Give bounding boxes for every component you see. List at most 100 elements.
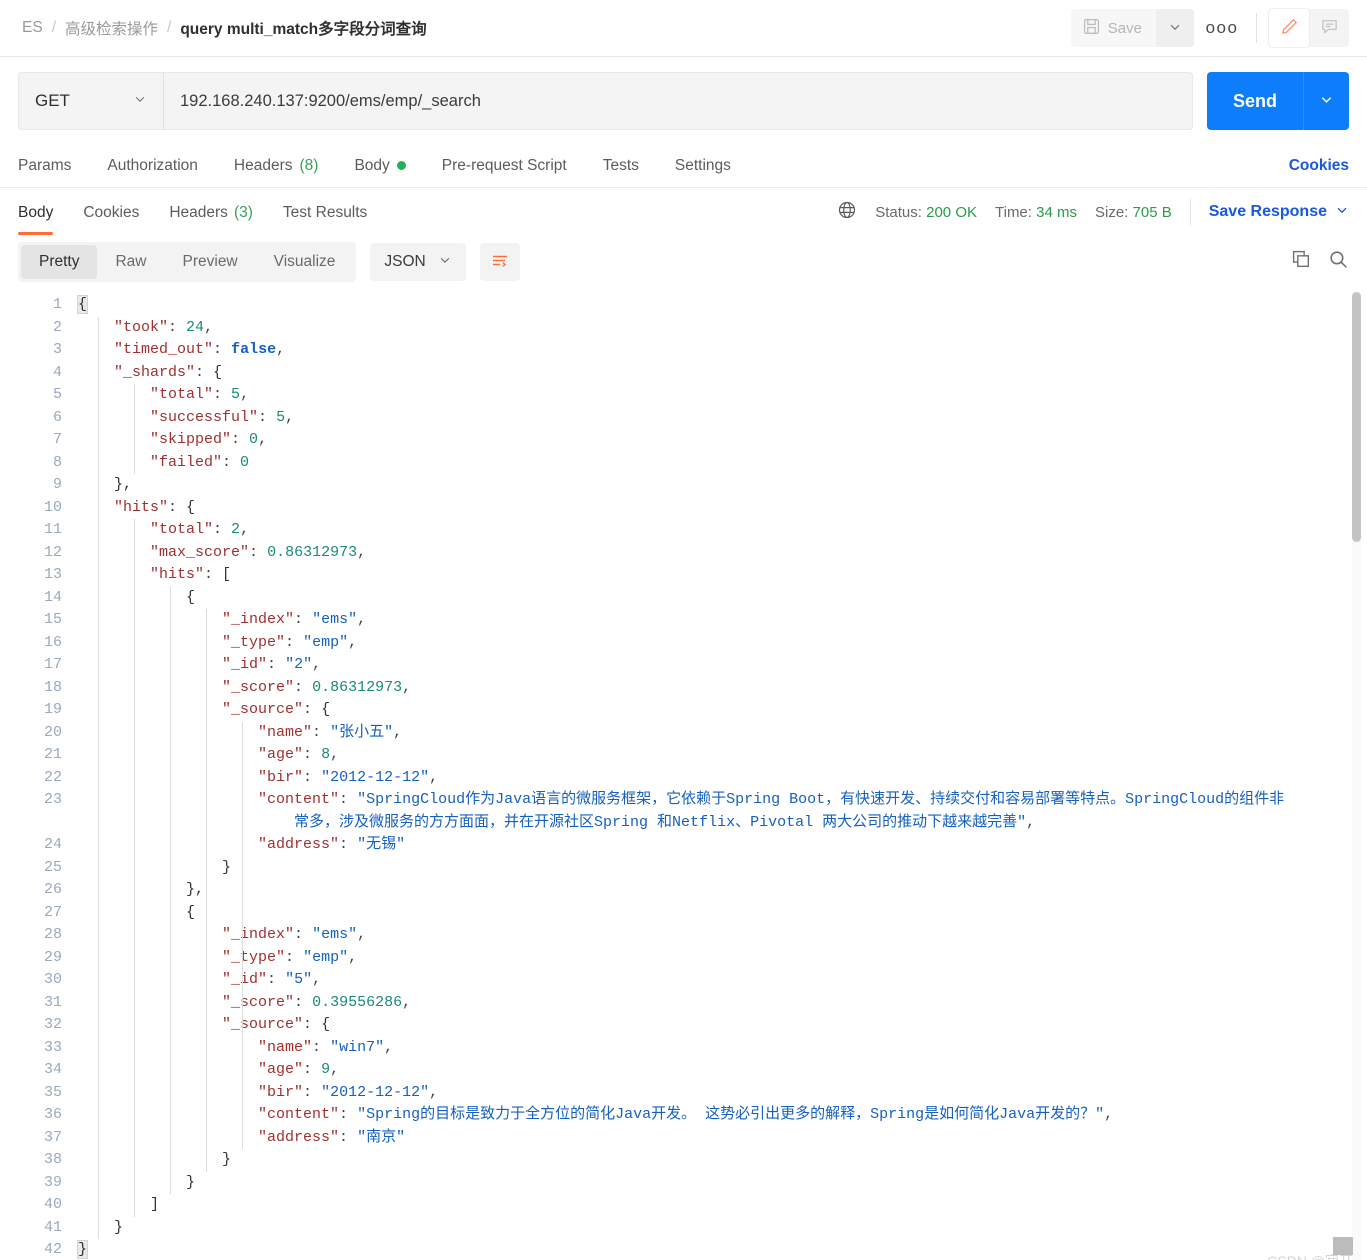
send-options-button[interactable] xyxy=(1303,72,1349,130)
chevron-down-icon xyxy=(1319,92,1334,110)
code-token: : xyxy=(231,431,250,448)
line-number: 25 xyxy=(43,858,62,876)
view-mode-visualize[interactable]: Visualize xyxy=(256,245,354,279)
code-line: "_index": "ems", xyxy=(78,924,1367,947)
line-number: 4 xyxy=(52,363,62,381)
code-token: : xyxy=(303,1083,322,1101)
tab-authorization[interactable]: Authorization xyxy=(107,157,197,175)
line-number: 7 xyxy=(52,431,62,448)
code-token: "timed_out" xyxy=(114,341,214,358)
breadcrumb-root[interactable]: ES xyxy=(22,19,43,37)
request-url-input[interactable]: 192.168.240.137:9200/ems/emp/_search xyxy=(163,72,1193,130)
request-url-row: GET 192.168.240.137:9200/ems/emp/_search… xyxy=(0,57,1367,144)
more-actions-button[interactable]: ooo xyxy=(1200,9,1244,47)
code-token: , xyxy=(348,633,358,651)
code-line: "_source": { xyxy=(78,699,1367,722)
comment-button[interactable] xyxy=(1309,9,1349,47)
http-method-select[interactable]: GET xyxy=(18,72,163,130)
response-tab-body[interactable]: Body xyxy=(18,190,54,235)
tab-settings[interactable]: Settings xyxy=(675,157,731,175)
edit-button[interactable] xyxy=(1269,9,1309,47)
code-token: , xyxy=(348,948,358,966)
line-number: 1 xyxy=(52,296,62,313)
line-number-gutter: 1 2 3 4 5 6 7 8 9 10 11 12 13 14 15 16 17 18 19 20 21 22 23 24… xyxy=(18,292,62,1260)
save-button[interactable]: Save xyxy=(1070,9,1156,47)
scrollbar-thumb[interactable] xyxy=(1352,292,1361,542)
cookies-link[interactable]: Cookies xyxy=(1289,157,1349,175)
code-token: }, xyxy=(114,476,133,493)
code-token: } xyxy=(76,1240,89,1259)
code-token: "bir" xyxy=(258,768,304,786)
view-mode-preview[interactable]: Preview xyxy=(165,245,256,279)
http-method-label: GET xyxy=(35,91,70,110)
code-line: "total": 5, xyxy=(78,384,1367,407)
globe-icon[interactable] xyxy=(837,200,857,224)
response-format-select[interactable]: JSON xyxy=(370,243,466,281)
code-line: "_id": "5", xyxy=(78,969,1367,992)
code-token: : xyxy=(267,971,286,988)
code-token: : xyxy=(294,926,313,943)
tab-pre-request-script[interactable]: Pre-request Script xyxy=(442,157,567,175)
code-token: "_type" xyxy=(222,633,286,651)
tab-body[interactable]: Body xyxy=(354,157,406,175)
size-block: Size: 705 B xyxy=(1095,204,1172,221)
code-token: } xyxy=(186,1173,196,1191)
code-line: "hits": [ xyxy=(78,564,1367,587)
send-button[interactable]: Send xyxy=(1206,72,1303,130)
response-tab-headers-label: Headers xyxy=(169,203,228,221)
code-token: : xyxy=(312,1038,331,1056)
response-tab-cookies[interactable]: Cookies xyxy=(83,190,139,235)
line-number: 19 xyxy=(43,701,62,718)
code-token: "2012-12-12" xyxy=(321,1083,430,1101)
code-token: : xyxy=(213,386,232,403)
response-body-viewer[interactable]: 1 2 3 4 5 6 7 8 9 10 11 12 13 14 15 16 17 18 19 20 21 22 23 24… xyxy=(0,292,1367,1260)
code-token: "address" xyxy=(258,836,340,853)
code-line: "age": 9, xyxy=(78,1059,1367,1082)
save-dropdown-button[interactable] xyxy=(1156,9,1194,47)
code-line: "name": "win7", xyxy=(78,1037,1367,1060)
code-token: , xyxy=(357,543,367,561)
search-icon[interactable] xyxy=(1328,249,1349,275)
time-label: Time: xyxy=(995,203,1032,221)
line-number: 30 xyxy=(43,971,62,988)
breadcrumb-separator-2: / xyxy=(167,19,172,36)
line-number: 6 xyxy=(52,408,62,426)
view-mode-raw[interactable]: Raw xyxy=(97,245,164,279)
breadcrumb-folder[interactable]: 高级检索操作 xyxy=(65,17,158,39)
tab-settings-label: Settings xyxy=(674,156,731,174)
view-mode-pretty[interactable]: Pretty xyxy=(21,245,98,279)
tab-headers[interactable]: Headers (8) xyxy=(234,157,319,175)
code-token: "SpringCloud作为Java语言的微服务框架，它依赖于Spring Bo… xyxy=(357,791,1285,808)
code-line: "_source": { xyxy=(78,1014,1367,1037)
line-number: 39 xyxy=(43,1173,62,1191)
code-token: , xyxy=(330,746,340,763)
word-wrap-button[interactable] xyxy=(479,243,520,281)
chevron-down-icon xyxy=(1168,20,1182,37)
response-tabs-row: Body Cookies Headers (3) Test Results St… xyxy=(0,188,1367,236)
code-line: } xyxy=(78,1149,1367,1172)
tab-headers-label: Headers xyxy=(233,156,293,174)
watermark: CSDN @寂开 xyxy=(1267,1251,1353,1260)
response-tab-test-results[interactable]: Test Results xyxy=(283,190,367,235)
response-tab-headers[interactable]: Headers (3) xyxy=(169,190,253,235)
code-token: , xyxy=(357,926,367,943)
response-scrollbar[interactable] xyxy=(1352,292,1361,1260)
copy-icon[interactable] xyxy=(1291,249,1312,275)
tab-tests[interactable]: Tests xyxy=(603,157,639,175)
line-number: 23 xyxy=(43,791,62,808)
code-line: "failed": 0 xyxy=(78,452,1367,475)
code-line: "_type": "emp", xyxy=(78,632,1367,655)
tab-tests-label: Tests xyxy=(602,156,639,174)
code-token: ] xyxy=(150,1196,160,1213)
code-token: "failed" xyxy=(150,453,223,471)
code-line: "_score": 0.86312973, xyxy=(78,677,1367,700)
code-line: "timed_out": false, xyxy=(78,339,1367,362)
tab-authorization-label: Authorization xyxy=(107,156,198,174)
code-token: "win7" xyxy=(330,1038,385,1056)
tab-params[interactable]: Params xyxy=(18,157,71,175)
request-tabs: Params Authorization Headers (8) Body Pr… xyxy=(0,144,1367,188)
code-line: { xyxy=(76,294,1367,317)
code-token: , xyxy=(384,1038,394,1056)
save-response-button[interactable]: Save Response xyxy=(1209,203,1349,222)
response-meta: Status: 200 OK Time: 34 ms Size: 705 B S… xyxy=(837,199,1349,225)
